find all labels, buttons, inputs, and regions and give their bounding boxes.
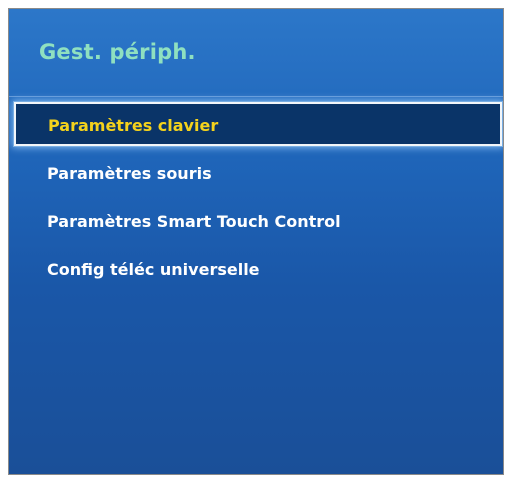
menu-item-keyboard-settings[interactable]: Paramètres clavier (14, 102, 502, 146)
menu-item-smart-touch-control-settings[interactable]: Paramètres Smart Touch Control (47, 202, 341, 242)
title-divider (9, 96, 503, 97)
device-manager-panel: Gest. périph. Paramètres clavier Paramèt… (8, 8, 504, 475)
menu-title: Gest. périph. (39, 40, 196, 64)
menu-item-universal-remote-setup[interactable]: Config téléc universelle (47, 250, 260, 290)
menu-item-mouse-settings[interactable]: Paramètres souris (47, 154, 212, 194)
